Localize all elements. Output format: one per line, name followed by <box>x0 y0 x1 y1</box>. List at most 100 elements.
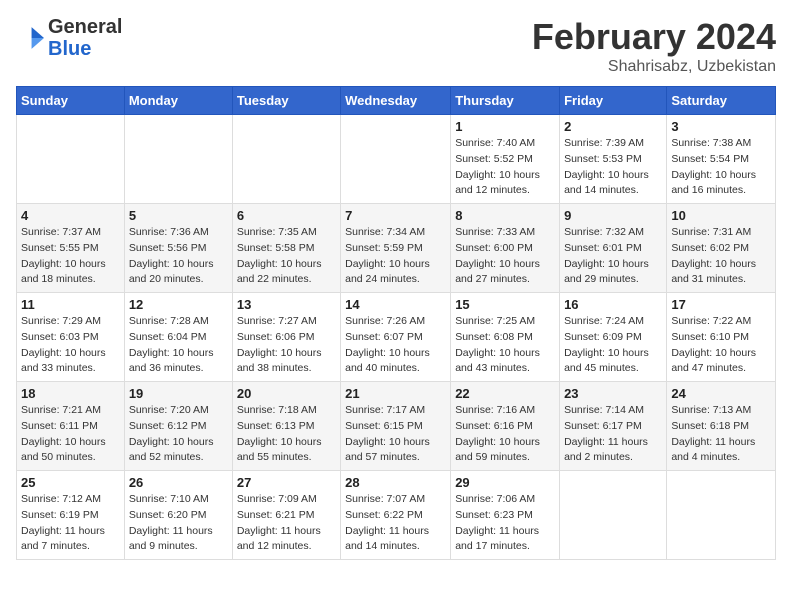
day-number: 21 <box>345 386 446 401</box>
week-row: 1Sunrise: 7:40 AM Sunset: 5:52 PM Daylig… <box>17 115 776 204</box>
day-info: Sunrise: 7:06 AM Sunset: 6:23 PM Dayligh… <box>455 492 555 555</box>
day-number: 8 <box>455 208 555 223</box>
week-row: 4 Sunrise: 7:37 AM Sunset: 5:55 PM Daylig… <box>17 204 776 293</box>
calendar-cell <box>17 115 125 204</box>
location: Shahrisabz, Uzbekistan <box>532 58 776 76</box>
calendar-cell <box>232 115 340 204</box>
calendar-cell: 2 Sunrise: 7:39 AM Sunset: 5:53 PM Daylig… <box>560 115 667 204</box>
logo-general: General <box>48 16 122 38</box>
day-number: 7 <box>345 208 446 223</box>
calendar-cell: 1Sunrise: 7:40 AM Sunset: 5:52 PM Daylig… <box>451 115 560 204</box>
day-info: Sunrise: 7:14 AM Sunset: 6:17 PM Dayligh… <box>564 403 662 466</box>
day-info: Sunrise: 7:18 AM Sunset: 6:13 PM Dayligh… <box>237 403 336 466</box>
week-row: 18 Sunrise: 7:21 AM Sunset: 6:11 PM Dayli… <box>17 382 776 471</box>
calendar-cell <box>341 115 451 204</box>
week-row: 11Sunrise: 7:29 AM Sunset: 6:03 PM Dayli… <box>17 293 776 382</box>
calendar-cell <box>560 471 667 560</box>
day-info: Sunrise: 7:29 AM Sunset: 6:03 PM Dayligh… <box>21 314 120 377</box>
logo-blue: Blue <box>48 38 91 60</box>
day-info: Sunrise: 7:09 AM Sunset: 6:21 PM Dayligh… <box>237 492 336 555</box>
calendar-cell: 27 Sunrise: 7:09 AM Sunset: 6:21 PM Dayli… <box>232 471 340 560</box>
day-number: 2 <box>564 119 662 134</box>
calendar-cell <box>124 115 232 204</box>
day-info: Sunrise: 7:27 AM Sunset: 6:06 PM Dayligh… <box>237 314 336 377</box>
day-info: Sunrise: 7:22 AM Sunset: 6:10 PM Dayligh… <box>671 314 771 377</box>
day-number: 26 <box>129 475 228 490</box>
day-number: 10 <box>671 208 771 223</box>
day-info: Sunrise: 7:32 AM Sunset: 6:01 PM Dayligh… <box>564 225 662 288</box>
day-number: 15 <box>455 297 555 312</box>
calendar-cell: 29 Sunrise: 7:06 AM Sunset: 6:23 PM Dayli… <box>451 471 560 560</box>
calendar-cell: 8 Sunrise: 7:33 AM Sunset: 6:00 PM Daylig… <box>451 204 560 293</box>
header-row: SundayMondayTuesdayWednesdayThursdayFrid… <box>17 87 776 115</box>
day-number: 25 <box>21 475 120 490</box>
day-info: Sunrise: 7:17 AM Sunset: 6:15 PM Dayligh… <box>345 403 446 466</box>
day-info: Sunrise: 7:13 AM Sunset: 6:18 PM Dayligh… <box>671 403 771 466</box>
calendar-cell: 24 Sunrise: 7:13 AM Sunset: 6:18 PM Dayli… <box>667 382 776 471</box>
day-info: Sunrise: 7:26 AM Sunset: 6:07 PM Dayligh… <box>345 314 446 377</box>
day-number: 5 <box>129 208 228 223</box>
day-number: 18 <box>21 386 120 401</box>
day-info: Sunrise: 7:33 AM Sunset: 6:00 PM Dayligh… <box>455 225 555 288</box>
calendar-cell: 19 Sunrise: 7:20 AM Sunset: 6:12 PM Dayli… <box>124 382 232 471</box>
calendar-cell: 12 Sunrise: 7:28 AM Sunset: 6:04 PM Dayli… <box>124 293 232 382</box>
day-info: Sunrise: 7:31 AM Sunset: 6:02 PM Dayligh… <box>671 225 771 288</box>
day-info: Sunrise: 7:21 AM Sunset: 6:11 PM Dayligh… <box>21 403 120 466</box>
calendar-cell: 16 Sunrise: 7:24 AM Sunset: 6:09 PM Dayli… <box>560 293 667 382</box>
calendar-cell: 14 Sunrise: 7:26 AM Sunset: 6:07 PM Dayli… <box>341 293 451 382</box>
day-number: 17 <box>671 297 771 312</box>
day-info: Sunrise: 7:39 AM Sunset: 5:53 PM Dayligh… <box>564 136 662 199</box>
day-info: Sunrise: 7:25 AM Sunset: 6:08 PM Dayligh… <box>455 314 555 377</box>
day-number: 3 <box>671 119 771 134</box>
calendar-cell: 25Sunrise: 7:12 AM Sunset: 6:19 PM Dayli… <box>17 471 125 560</box>
logo-icon <box>16 24 44 52</box>
page-header: General Blue February 2024 Shahrisabz, U… <box>16 16 776 76</box>
calendar-cell: 13 Sunrise: 7:27 AM Sunset: 6:06 PM Dayli… <box>232 293 340 382</box>
day-number: 23 <box>564 386 662 401</box>
calendar-cell: 4 Sunrise: 7:37 AM Sunset: 5:55 PM Daylig… <box>17 204 125 293</box>
weekday-header: Saturday <box>667 87 776 115</box>
day-info: Sunrise: 7:28 AM Sunset: 6:04 PM Dayligh… <box>129 314 228 377</box>
day-info: Sunrise: 7:20 AM Sunset: 6:12 PM Dayligh… <box>129 403 228 466</box>
calendar-cell <box>667 471 776 560</box>
calendar-cell: 21 Sunrise: 7:17 AM Sunset: 6:15 PM Dayli… <box>341 382 451 471</box>
day-info: Sunrise: 7:35 AM Sunset: 5:58 PM Dayligh… <box>237 225 336 288</box>
day-number: 22 <box>455 386 555 401</box>
day-number: 16 <box>564 297 662 312</box>
day-number: 24 <box>671 386 771 401</box>
day-number: 20 <box>237 386 336 401</box>
week-row: 25Sunrise: 7:12 AM Sunset: 6:19 PM Dayli… <box>17 471 776 560</box>
month-title: February 2024 <box>532 16 776 58</box>
calendar-cell: 6Sunrise: 7:35 AM Sunset: 5:58 PM Daylig… <box>232 204 340 293</box>
day-number: 19 <box>129 386 228 401</box>
day-number: 14 <box>345 297 446 312</box>
day-info: Sunrise: 7:24 AM Sunset: 6:09 PM Dayligh… <box>564 314 662 377</box>
day-info: Sunrise: 7:34 AM Sunset: 5:59 PM Dayligh… <box>345 225 446 288</box>
calendar-cell: 10 Sunrise: 7:31 AM Sunset: 6:02 PM Dayli… <box>667 204 776 293</box>
calendar-cell: 9 Sunrise: 7:32 AM Sunset: 6:01 PM Daylig… <box>560 204 667 293</box>
day-number: 29 <box>455 475 555 490</box>
day-info: Sunrise: 7:10 AM Sunset: 6:20 PM Dayligh… <box>129 492 228 555</box>
day-number: 1 <box>455 119 555 134</box>
calendar-cell: 28Sunrise: 7:07 AM Sunset: 6:22 PM Dayli… <box>341 471 451 560</box>
day-number: 4 <box>21 208 120 223</box>
calendar-cell: 22 Sunrise: 7:16 AM Sunset: 6:16 PM Dayli… <box>451 382 560 471</box>
day-number: 13 <box>237 297 336 312</box>
calendar-table: SundayMondayTuesdayWednesdayThursdayFrid… <box>16 86 776 560</box>
day-info: Sunrise: 7:36 AM Sunset: 5:56 PM Dayligh… <box>129 225 228 288</box>
calendar-cell: 5 Sunrise: 7:36 AM Sunset: 5:56 PM Daylig… <box>124 204 232 293</box>
day-info: Sunrise: 7:16 AM Sunset: 6:16 PM Dayligh… <box>455 403 555 466</box>
weekday-header: Sunday <box>17 87 125 115</box>
weekday-header: Wednesday <box>341 87 451 115</box>
calendar-header: SundayMondayTuesdayWednesdayThursdayFrid… <box>17 87 776 115</box>
weekday-header: Monday <box>124 87 232 115</box>
calendar-cell: 23 Sunrise: 7:14 AM Sunset: 6:17 PM Dayli… <box>560 382 667 471</box>
day-info: Sunrise: 7:37 AM Sunset: 5:55 PM Dayligh… <box>21 225 120 288</box>
calendar-cell: 26 Sunrise: 7:10 AM Sunset: 6:20 PM Dayli… <box>124 471 232 560</box>
day-number: 12 <box>129 297 228 312</box>
day-number: 28 <box>345 475 446 490</box>
calendar-cell: 11Sunrise: 7:29 AM Sunset: 6:03 PM Dayli… <box>17 293 125 382</box>
day-number: 9 <box>564 208 662 223</box>
day-number: 27 <box>237 475 336 490</box>
title-block: February 2024 Shahrisabz, Uzbekistan <box>532 16 776 76</box>
